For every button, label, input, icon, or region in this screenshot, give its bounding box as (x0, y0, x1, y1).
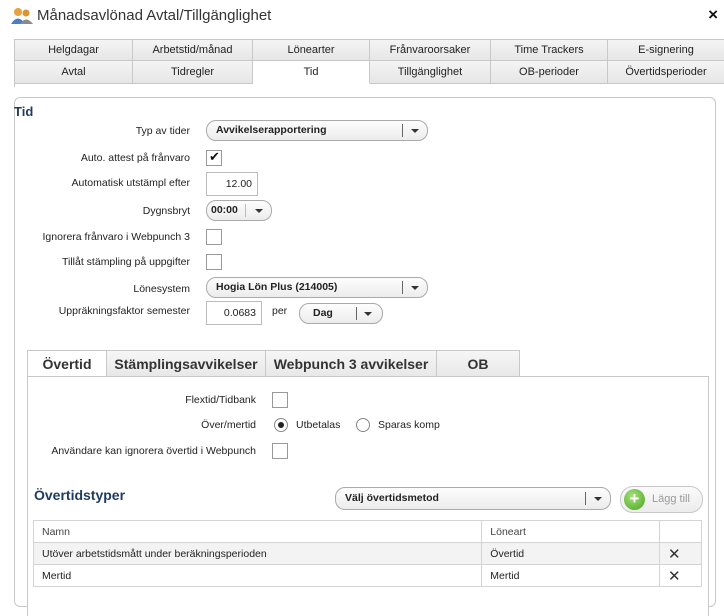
typ-av-tider-label: Typ av tider (135, 125, 190, 137)
table-row[interactable]: Mertid Mertid ✕ (32, 564, 702, 587)
tab-ob[interactable]: OB (437, 350, 520, 377)
anvandare-ignorera-checkbox[interactable] (272, 443, 288, 459)
unit-value: Dag (313, 307, 333, 319)
over-mertid-label: Över/mertid (201, 419, 256, 431)
auto-attest-checkbox[interactable]: ✔ (206, 149, 222, 166)
tab-time-trackers[interactable]: Time Trackers (491, 40, 608, 61)
dygnsbryt-select[interactable]: 00:00 (206, 200, 272, 221)
tab-stamplingsavvikelser[interactable]: Stämplingsavvikelser (107, 350, 266, 377)
overtidstyper-table: Namn Löneart Utöver arbetstidsmått under… (32, 520, 702, 587)
delete-icon[interactable]: ✕ (659, 564, 702, 587)
sparas-komp-label: Sparas komp (378, 419, 440, 431)
tab-e-signering[interactable]: E-signering (608, 40, 724, 61)
checkmark-icon: ✔ (209, 149, 220, 164)
tab-ob-perioder[interactable]: OB-perioder (491, 61, 608, 84)
chevron-down-icon (411, 129, 419, 133)
automatisk-utstampl-input[interactable]: 12.00 (206, 172, 258, 196)
tillat-stampling-label: Tillåt stämpling på uppgifter (61, 256, 190, 268)
tab-franvaroorsaker[interactable]: Frånvaroorsaker (370, 40, 491, 61)
tab-tidregler[interactable]: Tidregler (133, 61, 253, 84)
dygnsbryt-value: 00:00 (211, 204, 238, 216)
typ-av-tider-select[interactable]: Avvikelserapportering (206, 120, 428, 141)
tab-overtid[interactable]: Övertid (27, 350, 107, 377)
row-loneart: Mertid (481, 564, 661, 587)
tab-overtidsperioder[interactable]: Övertidsperioder (608, 61, 724, 84)
row-loneart: Övertid (481, 542, 661, 565)
per-label: per (272, 305, 288, 317)
tillat-stampling-checkbox[interactable] (206, 254, 222, 270)
upprakningsfaktor-input[interactable]: 0.0683 (206, 301, 262, 325)
lonesystem-value: Hogia Lön Plus (214005) (216, 281, 338, 293)
column-header-loneart: Löneart (481, 520, 661, 543)
window-title: Månadsavlönad Avtal/Tillgänglighet (37, 7, 272, 24)
typ-av-tider-value: Avvikelserapportering (216, 124, 327, 136)
dygnsbryt-label: Dygnsbryt (142, 205, 190, 217)
table-row[interactable]: Utöver arbetstidsmått under beräkningspe… (32, 542, 702, 565)
flextid-checkbox[interactable] (272, 392, 288, 408)
plus-icon: + (624, 489, 645, 510)
tab-lonearter[interactable]: Lönearter (253, 40, 370, 61)
unit-select[interactable]: Dag (299, 303, 383, 324)
tab-tid[interactable]: Tid (253, 61, 370, 84)
tab-helgdagar[interactable]: Helgdagar (15, 40, 133, 61)
column-header-actions (659, 520, 702, 543)
row-namn: Mertid (32, 564, 483, 587)
tab-webpunch-avvikelser[interactable]: Webpunch 3 avvikelser (266, 350, 437, 377)
inner-tab-bar: Övertid Stämplingsavvikelser Webpunch 3 … (27, 350, 520, 377)
section-title: Övertidstyper (34, 487, 126, 503)
anvandare-ignorera-label: Användare kan ignorera övertid i Webpunc… (51, 445, 256, 457)
sparas-komp-radio[interactable] (356, 418, 370, 432)
lonesystem-label: Lönesystem (133, 283, 190, 295)
add-button-label: Lägg till (652, 493, 690, 505)
panel-title: Tid (14, 104, 34, 119)
auto-attest-label: Auto. attest på frånvaro (80, 152, 190, 164)
tab-tillganglighet[interactable]: Tillgänglighet (370, 61, 491, 84)
table-header-row: Namn Löneart (32, 520, 702, 543)
delete-icon[interactable]: ✕ (659, 542, 702, 565)
flextid-label: Flextid/Tidbank (185, 394, 256, 406)
chevron-down-icon (594, 497, 602, 501)
automatisk-utstampl-label: Automatisk utstämpl efter (71, 177, 190, 189)
tab-avtal[interactable]: Avtal (15, 61, 133, 84)
upprakningsfaktor-label: Uppräkningsfaktor semester (58, 305, 190, 317)
add-button[interactable]: + Lägg till (620, 486, 703, 513)
ignorera-franvaro-checkbox[interactable] (206, 229, 222, 245)
column-header-namn: Namn (32, 520, 483, 543)
utbetalas-label: Utbetalas (296, 419, 341, 431)
tab-bar: Helgdagar Arbetstid/månad Lönearter Från… (14, 39, 724, 87)
row-namn: Utöver arbetstidsmått under beräkningspe… (32, 542, 483, 565)
overtidsmetod-value: Välj övertidsmetod (345, 492, 439, 504)
title-bar: Månadsavlönad Avtal/Tillgänglighet × (0, 0, 724, 32)
utbetalas-radio[interactable] (274, 418, 288, 432)
ignorera-franvaro-label: Ignorera frånvaro i Webpunch 3 (42, 231, 190, 243)
chevron-down-icon (255, 209, 263, 213)
users-icon (11, 8, 33, 24)
chevron-down-icon (411, 286, 419, 290)
overtidsmetod-select[interactable]: Välj övertidsmetod (335, 487, 611, 510)
chevron-down-icon (364, 312, 372, 316)
lonesystem-select[interactable]: Hogia Lön Plus (214005) (206, 277, 428, 298)
close-icon[interactable]: × (708, 5, 718, 25)
tab-arbetstid[interactable]: Arbetstid/månad (133, 40, 253, 61)
